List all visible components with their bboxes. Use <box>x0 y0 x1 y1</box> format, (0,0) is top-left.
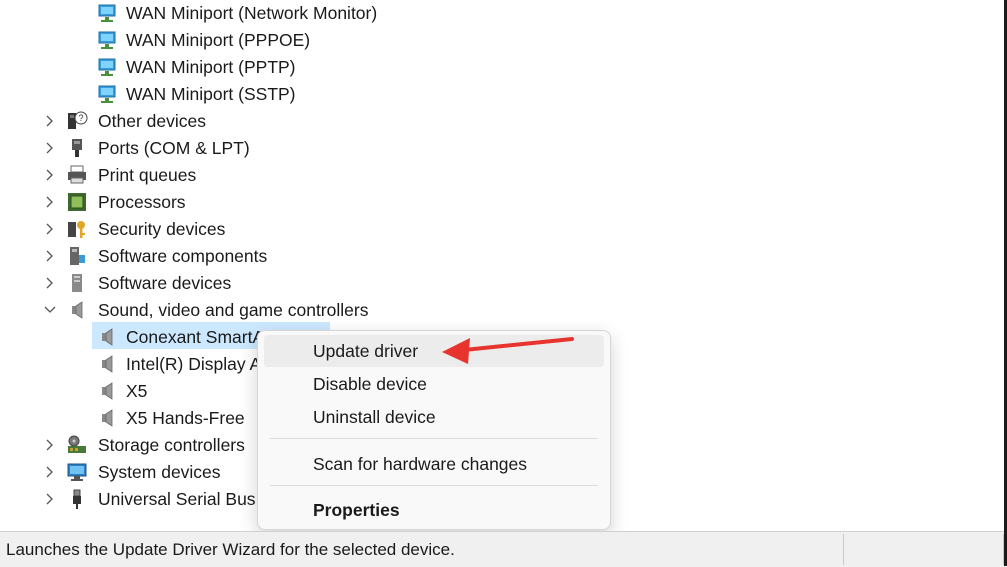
unknown-device-icon: ? <box>68 111 88 129</box>
status-divider <box>843 534 844 565</box>
menu-item-label: Scan for hardware changes <box>313 454 528 474</box>
speaker-icon <box>72 301 83 319</box>
menu-item-label: Uninstall device <box>313 407 436 427</box>
network-adapter-icon <box>98 85 116 103</box>
tree-item-label: System devices <box>98 462 221 482</box>
menu-item-label: Properties <box>313 500 400 520</box>
chevron-right-icon[interactable] <box>43 270 57 296</box>
tree-item-label: Software components <box>98 246 268 266</box>
menu-item-disable-device[interactable]: Disable device <box>264 368 604 400</box>
menu-separator <box>270 485 598 486</box>
chevron-down-icon[interactable] <box>43 297 57 323</box>
tree-item-label: Universal Serial Bus c <box>98 489 270 509</box>
storage-controller-icon <box>68 435 86 453</box>
chevron-right-icon[interactable] <box>43 432 57 458</box>
tree-item-label: WAN Miniport (PPTP) <box>126 57 296 77</box>
usb-icon <box>73 489 81 509</box>
svg-text:?: ? <box>78 113 83 123</box>
processor-icon <box>68 193 86 211</box>
chevron-right-icon[interactable] <box>43 216 57 242</box>
tree-item-label: X5 Hands-Free <box>126 408 245 428</box>
tree-item-label: Ports (COM & LPT) <box>98 138 250 158</box>
network-adapter-icon <box>98 4 116 22</box>
menu-item-properties[interactable]: Properties <box>264 494 604 526</box>
chevron-right-icon[interactable] <box>43 135 57 161</box>
chevron-right-icon[interactable] <box>43 486 57 512</box>
network-adapter-icon <box>98 58 116 76</box>
tree-item-label: WAN Miniport (PPPOE) <box>126 30 311 50</box>
tree-item-label: Intel(R) Display A <box>126 354 262 374</box>
chevron-right-icon[interactable] <box>43 108 57 134</box>
annotation-arrow-icon <box>442 337 574 364</box>
chevron-right-icon[interactable] <box>43 243 57 269</box>
tree-item-label: X5 <box>126 381 148 401</box>
tree-item-label: Conexant SmartA <box>126 327 265 347</box>
tree-item-label: Print queues <box>98 165 197 185</box>
menu-item-uninstall-device[interactable]: Uninstall device <box>264 401 604 433</box>
speaker-icon <box>102 409 113 427</box>
tree-item-label: WAN Miniport (SSTP) <box>126 84 296 104</box>
speaker-icon <box>102 355 113 373</box>
chevron-right-icon[interactable] <box>43 459 57 485</box>
status-text: Launches the Update Driver Wizard for th… <box>6 540 455 559</box>
menu-item-label: Disable device <box>313 374 427 394</box>
port-icon <box>72 139 82 157</box>
menu-item-label: Update driver <box>313 341 419 361</box>
chevron-right-icon[interactable] <box>43 162 57 188</box>
status-bar: Launches the Update Driver Wizard for th… <box>0 531 1007 567</box>
software-component-icon <box>70 247 85 265</box>
tree-item-label: Storage controllers <box>98 435 245 455</box>
speaker-icon <box>102 328 113 346</box>
tree-item-label: Sound, video and game controllers <box>98 300 369 320</box>
tree-item-label: Other devices <box>98 111 206 131</box>
tree-item-label: Software devices <box>98 273 232 293</box>
system-device-icon <box>67 463 87 481</box>
tree-item-label: WAN Miniport (Network Monitor) <box>126 3 378 23</box>
speaker-icon <box>102 382 113 400</box>
menu-item-scan-hardware[interactable]: Scan for hardware changes <box>264 448 604 480</box>
security-key-icon <box>68 221 85 238</box>
tree-item-label: Processors <box>98 192 186 212</box>
chevron-right-icon[interactable] <box>43 189 57 215</box>
network-adapter-icon <box>98 31 116 49</box>
printer-icon <box>68 165 86 184</box>
tree-item-label: Security devices <box>98 219 226 239</box>
menu-separator <box>270 438 598 439</box>
software-device-icon <box>72 274 82 292</box>
